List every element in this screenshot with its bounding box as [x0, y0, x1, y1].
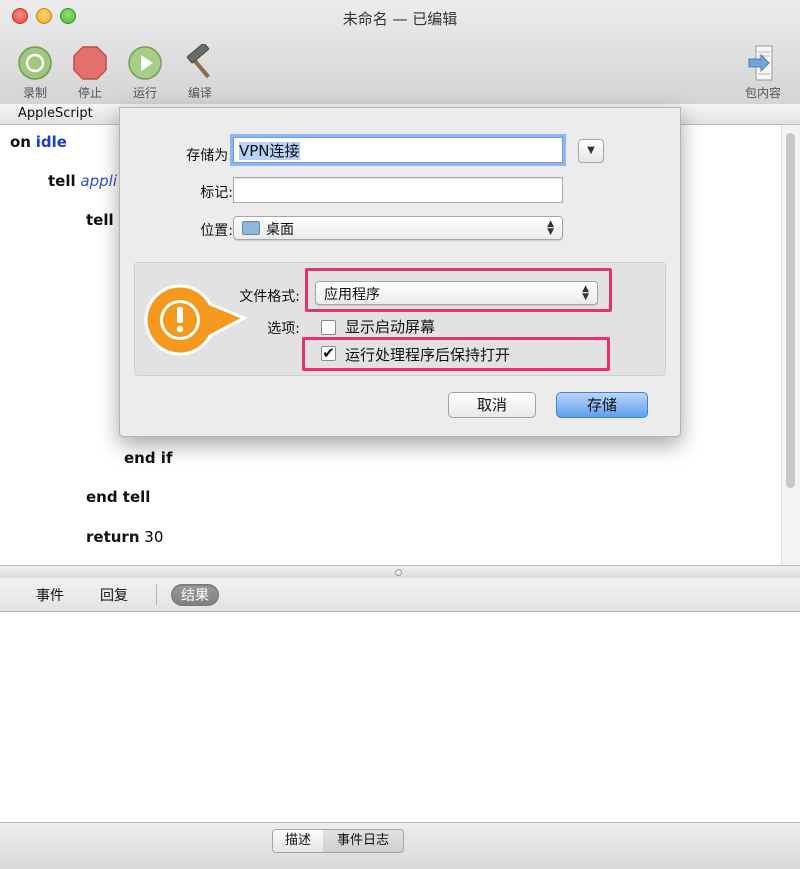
compile-label: 编译 [187, 86, 212, 100]
record-button[interactable]: 录制 [11, 44, 59, 101]
chevron-down-icon: ▼ [587, 145, 595, 156]
splitter-handle-icon[interactable] [395, 569, 402, 576]
keyword-end-if: end if [124, 449, 173, 467]
tab-divider [156, 584, 157, 605]
save-as-input[interactable]: VPN连接 [233, 137, 563, 163]
bundle-label: 包内容 [744, 86, 781, 100]
code-line-2: tell appli [48, 172, 117, 190]
save-as-label: 存储为: [186, 148, 233, 164]
show-startup-screen-checkbox[interactable] [321, 320, 336, 335]
file-format-highlight [305, 268, 612, 312]
stop-button[interactable]: 停止 [66, 44, 114, 101]
run-icon [126, 44, 164, 82]
compile-button[interactable]: 编译 [176, 44, 224, 101]
run-label: 运行 [132, 86, 157, 100]
event-log-tab[interactable]: 事件日志 [323, 829, 404, 853]
popup-arrows-icon: ▲ ▼ [547, 219, 554, 237]
code-line-3: tell [86, 211, 114, 229]
title-bar: 未命名 — 已编辑 录制 停止 运行 编译 包内容 [0, 0, 800, 105]
result-area[interactable] [0, 612, 800, 822]
save-as-value: VPN连接 [239, 142, 300, 160]
script-editor-window: 未命名 — 已编辑 录制 停止 运行 编译 包内容 AppleScript on… [0, 0, 800, 869]
editor-scrollbar[interactable] [781, 125, 800, 565]
code-line-1: on idle [10, 133, 67, 151]
folder-icon [242, 221, 260, 235]
keyword-tell-inner: tell [86, 211, 114, 229]
save-button[interactable]: 存储 [556, 392, 648, 418]
language-label: AppleScript [18, 106, 93, 121]
tags-label: 标记: [200, 185, 233, 201]
warning-callout-icon [144, 284, 249, 362]
record-icon [16, 44, 54, 82]
hammer-icon [181, 44, 219, 82]
description-tab[interactable]: 描述 [272, 829, 324, 853]
code-line-end-tell: end tell [86, 488, 150, 506]
result-tab-bar: 事件 回复 结果 [0, 578, 800, 612]
keyword-on: on [10, 133, 31, 151]
keyword-tell: tell [48, 172, 76, 190]
editor-scrollbar-thumb[interactable] [786, 133, 795, 488]
bundle-icon [744, 44, 782, 82]
tab-replies[interactable]: 回复 [100, 584, 128, 606]
run-button[interactable]: 运行 [121, 44, 169, 101]
code-line-end-if: end if [124, 449, 172, 467]
record-label: 录制 [22, 86, 47, 100]
tab-result[interactable]: 结果 [171, 584, 219, 606]
show-startup-screen-label: 显示启动屏幕 [345, 318, 436, 336]
stay-open-highlight [302, 337, 610, 371]
application-word: appli [80, 172, 117, 190]
keyword-end-tell: end tell [86, 488, 151, 506]
window-title: 未命名 — 已编辑 [342, 10, 458, 28]
where-label: 位置: [200, 223, 233, 239]
cancel-button[interactable]: 取消 [448, 392, 536, 418]
where-value: 桌面 [266, 222, 294, 238]
tags-input[interactable] [233, 177, 563, 203]
handler-name: idle [35, 133, 67, 151]
tab-events[interactable]: 事件 [36, 584, 64, 606]
bottom-bar: 描述 事件日志 [0, 822, 800, 869]
stop-icon [71, 44, 109, 82]
where-popup[interactable]: 桌面 ▲ ▼ [233, 216, 563, 240]
expand-dialog-button[interactable]: ▼ [578, 139, 604, 163]
return-value: 30 [144, 528, 164, 546]
stop-label: 停止 [77, 86, 102, 100]
pane-splitter[interactable] [0, 565, 800, 579]
code-line-return: return 30 [86, 528, 163, 546]
keyword-return: return [86, 528, 140, 546]
bundle-contents-button[interactable]: 包内容 [737, 44, 789, 101]
